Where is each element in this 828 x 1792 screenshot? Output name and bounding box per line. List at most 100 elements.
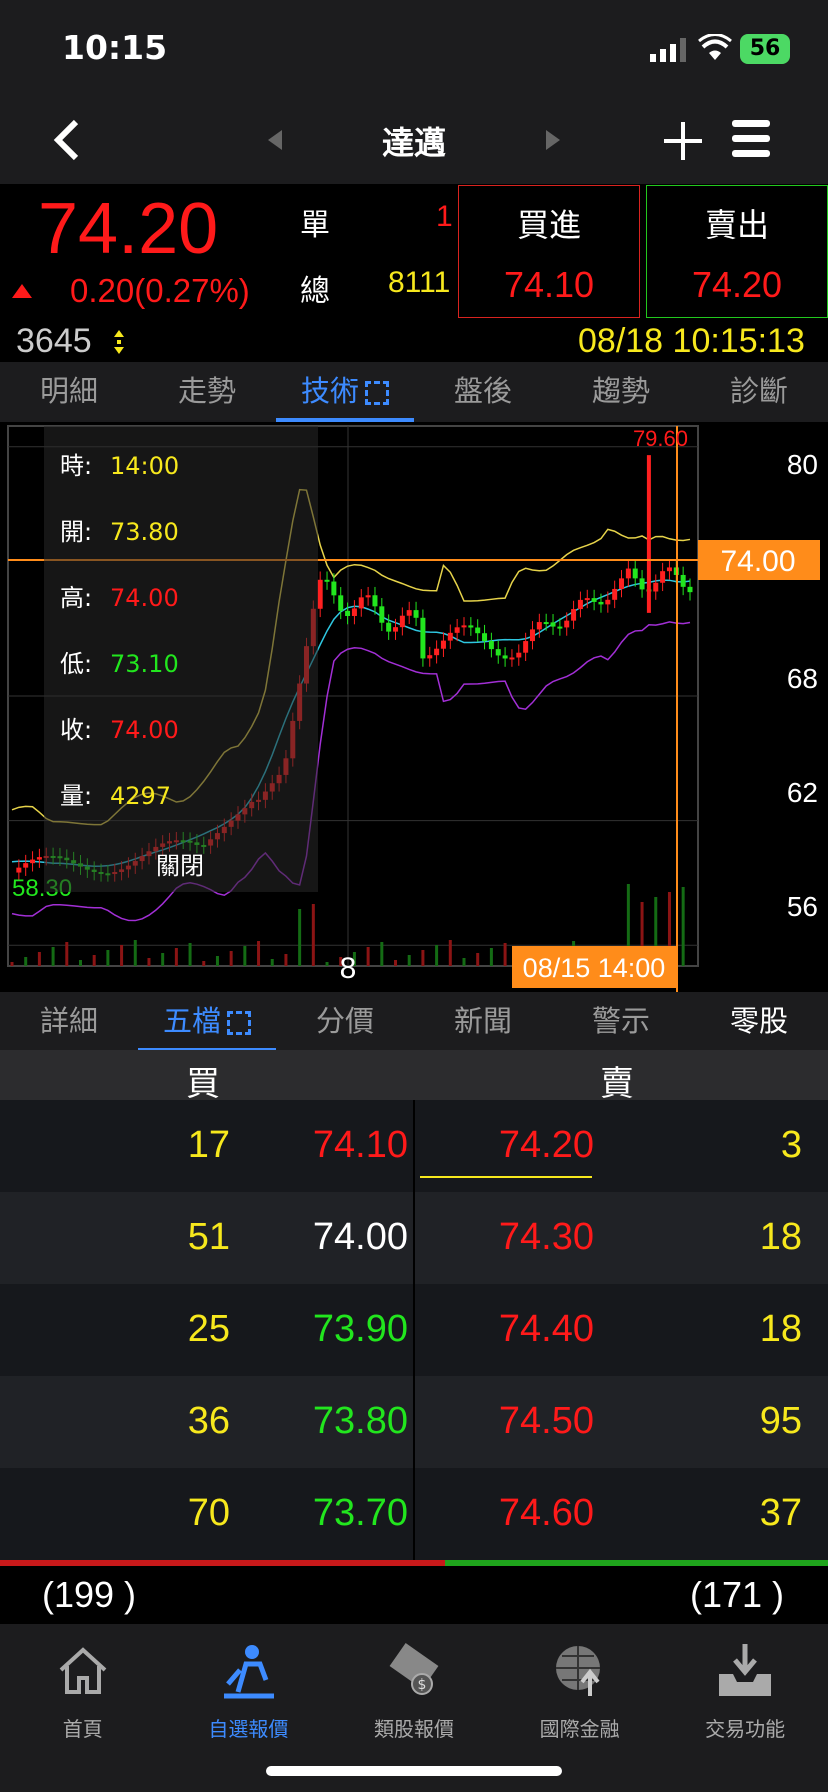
volume-bar <box>92 955 96 966</box>
buy-button[interactable]: 買進 74.10 <box>458 185 640 318</box>
status-time: 10:15 <box>62 28 168 67</box>
candle-body <box>571 609 577 621</box>
candle-body <box>331 581 337 596</box>
candle-body <box>488 641 494 650</box>
candle-body <box>475 627 481 634</box>
wifi-icon <box>698 34 732 60</box>
info-open: 開: 73.80 <box>60 512 179 547</box>
ask-price[interactable]: 74.60 <box>499 1492 594 1535</box>
up-arrow-icon <box>12 284 32 298</box>
candle-body <box>440 640 446 649</box>
candle-body <box>420 617 426 659</box>
add-icon[interactable] <box>662 120 704 162</box>
volume-bar <box>407 955 411 966</box>
bid-qty: 70 <box>187 1492 230 1534</box>
volume-bar <box>215 956 219 966</box>
tab-alerts[interactable]: 警示 <box>552 992 690 1052</box>
chart-tabs: 明細 走勢 技術 盤後 趨勢 診斷 <box>0 362 828 422</box>
back-icon[interactable] <box>52 118 82 162</box>
tab-detail[interactable]: 明細 <box>0 362 138 422</box>
stock-name: 達邁 <box>381 124 446 162</box>
candle-body <box>495 649 501 656</box>
y-tick-68: 68 <box>787 663 818 694</box>
volume-bar <box>311 904 315 966</box>
bid-price[interactable]: 73.70 <box>313 1492 408 1535</box>
close-info-button[interactable]: 關閉 <box>156 846 204 881</box>
bid-price[interactable]: 74.10 <box>313 1124 408 1167</box>
tab-after-hours[interactable]: 盤後 <box>414 362 552 422</box>
info-close-label: 收: <box>60 716 93 744</box>
high-label: 79.60 <box>633 426 688 451</box>
info-close-value: 74.00 <box>110 716 179 744</box>
ask-price[interactable]: 74.20 <box>499 1124 594 1167</box>
volume-bar <box>229 951 233 966</box>
volume-bar <box>120 945 124 966</box>
expand-book-icon[interactable] <box>227 1011 251 1035</box>
nav-trade-label: 交易功能 <box>705 1717 786 1741</box>
volume-bar <box>380 942 384 966</box>
tab-odd-lot[interactable]: 零股 <box>690 992 828 1052</box>
tab-five-levels[interactable]: 五檔 <box>138 992 276 1052</box>
change-percent: (0.27%) <box>134 272 250 309</box>
nav-global-label: 國際金融 <box>539 1717 620 1741</box>
ask-price[interactable]: 74.40 <box>499 1308 594 1351</box>
bid-price[interactable]: 74.00 <box>313 1216 408 1259</box>
tab-outlook[interactable]: 趨勢 <box>552 362 690 422</box>
ask-total: (171 ) <box>689 1574 784 1615</box>
candle-body <box>577 599 583 610</box>
tab-price-volume[interactable]: 分價 <box>276 992 414 1052</box>
tab-technical[interactable]: 技術 <box>276 362 414 422</box>
menu-icon[interactable] <box>730 118 772 160</box>
candle-body <box>338 595 344 611</box>
info-low-label: 低: <box>60 650 93 678</box>
sell-button[interactable]: 賣出 74.20 <box>646 185 828 318</box>
candle-body <box>557 626 563 629</box>
download-tray-icon <box>719 1644 772 1696</box>
book-totals: (199 ) (171 ) <box>0 1566 828 1624</box>
candle-body <box>406 610 412 616</box>
volume-bar <box>325 962 329 966</box>
candle-body <box>36 857 42 860</box>
next-stock-icon[interactable] <box>544 130 560 150</box>
nav-trade[interactable]: 交易功能 <box>662 1624 828 1792</box>
volume-bar <box>503 943 507 966</box>
info-time-value: 14:00 <box>110 452 180 480</box>
volume-bar <box>106 950 110 966</box>
bid-qty: 17 <box>187 1124 230 1166</box>
volume-bar <box>681 887 685 966</box>
bid-price[interactable]: 73.80 <box>313 1400 408 1443</box>
last-price: 74.20 <box>38 189 219 269</box>
candle-body <box>660 571 666 583</box>
ask-qty: 95 <box>759 1400 802 1442</box>
tab-trend[interactable]: 走勢 <box>138 362 276 422</box>
volume-bar <box>366 947 370 966</box>
film-icon: $ <box>389 1643 439 1695</box>
ask-price[interactable]: 74.50 <box>499 1400 594 1443</box>
candle-body <box>632 568 638 579</box>
buy-header: 買 <box>186 1064 220 1104</box>
candle-body <box>564 620 570 628</box>
volume-bar <box>243 946 247 966</box>
change-value: 0.20 <box>70 272 135 309</box>
sell-price: 74.20 <box>691 264 783 305</box>
nav-home[interactable]: 首頁 <box>0 1624 166 1792</box>
bid-price[interactable]: 73.90 <box>313 1308 408 1351</box>
tab-news[interactable]: 新聞 <box>414 992 552 1052</box>
expand-icon[interactable] <box>365 381 389 405</box>
tab-details[interactable]: 詳細 <box>0 992 138 1052</box>
candle-body <box>543 622 549 625</box>
candle-body <box>605 599 611 605</box>
volume-bar <box>147 958 151 966</box>
volume-bar <box>202 961 206 966</box>
candle-body <box>591 598 597 602</box>
prev-stock-icon[interactable] <box>268 130 284 150</box>
volume-bar <box>65 942 69 966</box>
candle-body <box>468 625 474 628</box>
tab-diagnosis[interactable]: 診斷 <box>690 362 828 422</box>
ask-price[interactable]: 74.30 <box>499 1216 594 1259</box>
candle-body <box>461 625 467 628</box>
volume-bar <box>448 940 452 966</box>
volume-bar <box>78 960 82 966</box>
watchlist-icon <box>224 1645 275 1699</box>
candle-info-panel: 時: 14:00 開: 73.80 高: 74.00 低: 73.10 收: 74.00 … <box>44 426 318 892</box>
